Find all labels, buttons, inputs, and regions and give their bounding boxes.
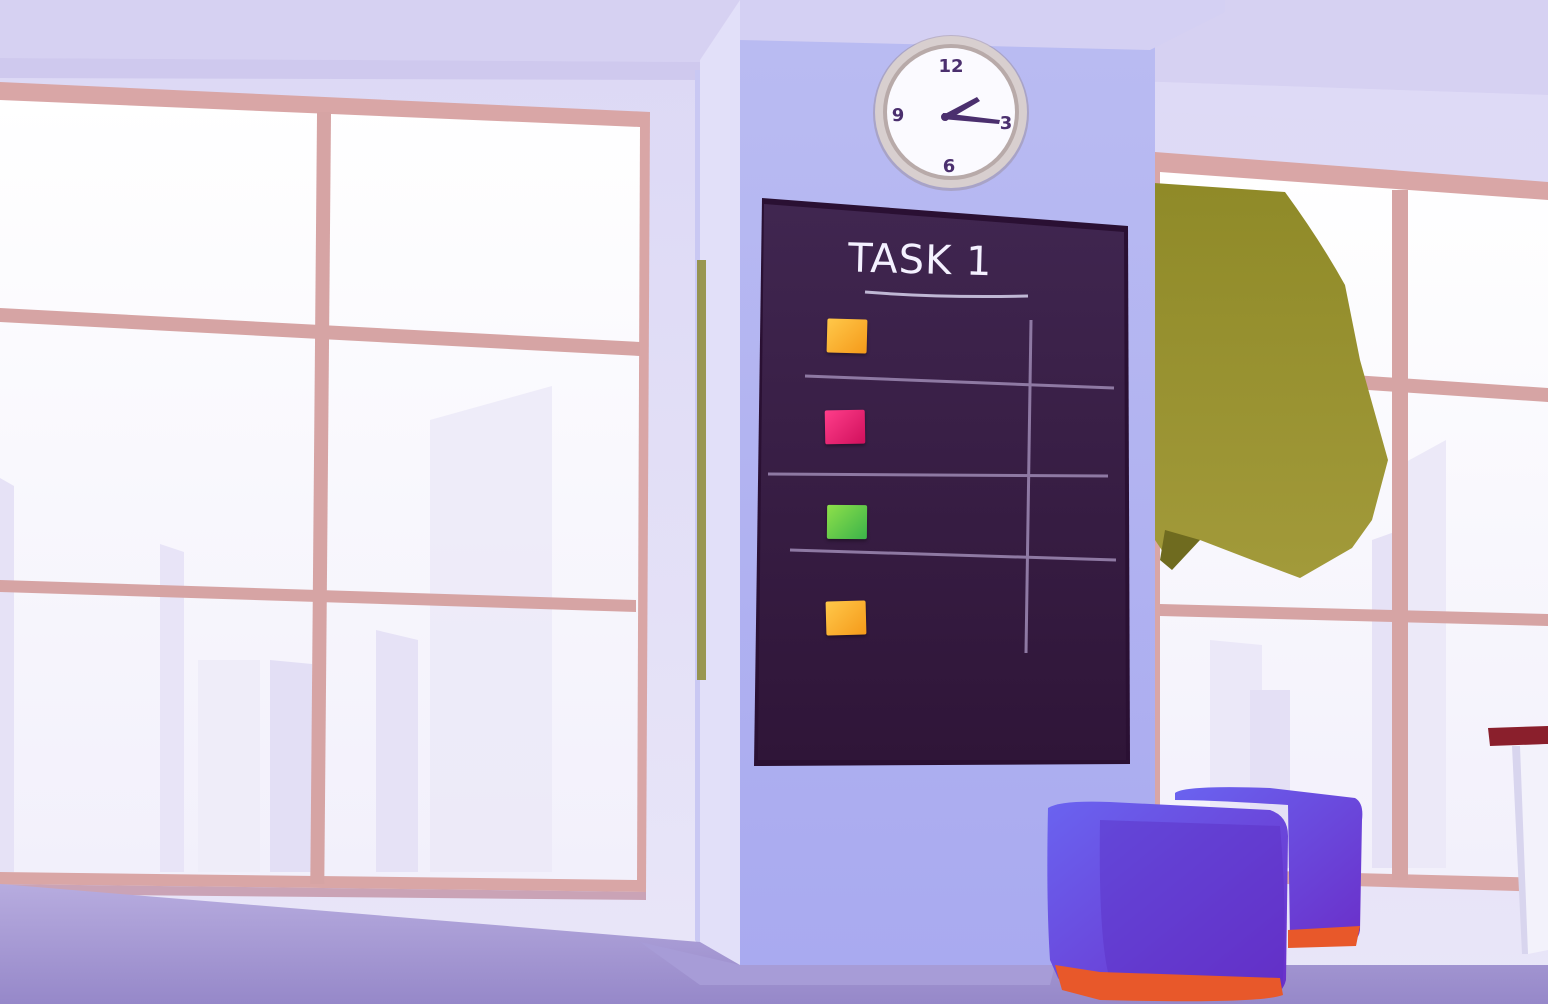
left-window: [0, 82, 650, 900]
clock-numeral-6: 6: [942, 156, 956, 177]
clock-numeral-3: 3: [999, 113, 1013, 134]
task-board-title: TASK 1: [847, 235, 994, 286]
sticky-note-green[interactable]: [826, 504, 868, 540]
ottoman-front: [1047, 801, 1288, 1002]
clock-numeral-9: 9: [891, 105, 905, 126]
office-scene: 12 3 6 9 TASK 1: [0, 0, 1548, 1004]
sticky-note-orange[interactable]: [825, 600, 867, 636]
scene-background: [0, 0, 1548, 1004]
clock-numeral-12: 12: [938, 56, 964, 77]
sticky-note-orange[interactable]: [826, 318, 868, 354]
sticky-note-pink[interactable]: [824, 409, 866, 445]
